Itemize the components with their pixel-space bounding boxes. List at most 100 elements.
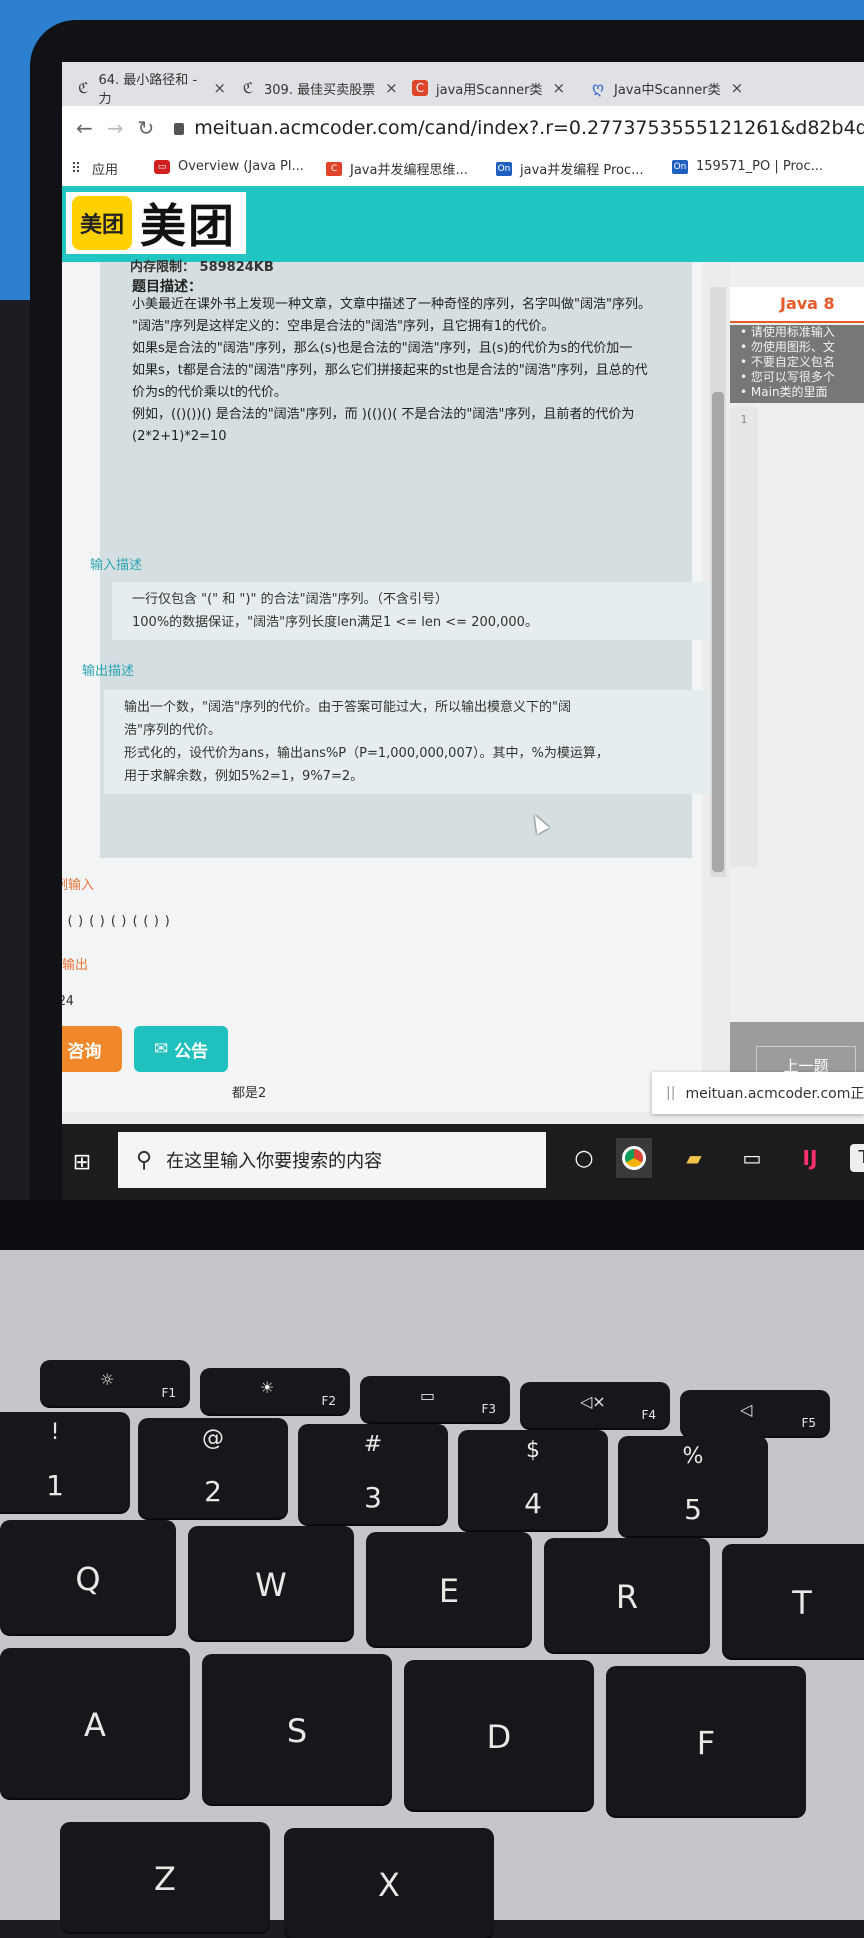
sample-input: ()()()(()) bbox=[66, 914, 175, 929]
oracle-icon: ▭ bbox=[154, 159, 170, 174]
key-3[interactable]: #3 bbox=[298, 1424, 448, 1524]
bookmark-item[interactable]: C Java并发编程思维... bbox=[326, 159, 468, 178]
output-desc-label: 输出描述 bbox=[82, 664, 135, 679]
bookmark-item[interactable]: On 159571_PO | Proc... bbox=[672, 159, 823, 174]
bookmark-apps[interactable]: ⠿ 应用 bbox=[68, 159, 119, 179]
key-t[interactable]: T bbox=[722, 1544, 864, 1658]
url-text: meituan.acmcoder.com/cand/index?.r=0.277… bbox=[194, 117, 864, 139]
tab-title: java用Scanner类 bbox=[436, 82, 543, 98]
key-r[interactable]: R bbox=[544, 1538, 710, 1652]
pause-icon: || bbox=[666, 1085, 676, 1101]
bookmark-label: Overview (Java Pl... bbox=[178, 159, 304, 174]
key-z[interactable]: Z bbox=[60, 1822, 270, 1932]
f3-key[interactable]: ▭ F3 bbox=[360, 1376, 510, 1422]
address-bar: ← → ↻ meituan.acmcoder.com/cand/index?.r… bbox=[62, 106, 864, 150]
close-tab-icon[interactable]: × bbox=[213, 79, 226, 97]
tip-line: • 您可以写很多个 bbox=[740, 370, 835, 384]
f5-key[interactable]: ◁ F5 bbox=[680, 1390, 830, 1436]
chrome-icon[interactable] bbox=[616, 1138, 652, 1178]
brightness-low-icon: ☼ bbox=[100, 1370, 115, 1389]
cortana-icon[interactable]: ○ bbox=[566, 1138, 602, 1178]
laptop-screen: ℭ 64. 最小路径和 - 力 × ℭ 309. 最佳买卖股票 × C java… bbox=[62, 62, 864, 1202]
intellij-icon[interactable]: IJ bbox=[792, 1138, 828, 1178]
logo-badge: 美团 bbox=[72, 196, 132, 250]
site-notification[interactable]: || meituan.acmcoder.com正 bbox=[652, 1072, 864, 1114]
problem-scrollbar[interactable] bbox=[710, 287, 726, 877]
terminal-icon[interactable]: ▭ bbox=[734, 1138, 770, 1178]
bookmark-label: 应用 bbox=[92, 163, 119, 178]
key-w[interactable]: W bbox=[188, 1526, 354, 1640]
search-placeholder: 在这里输入你要搜索的内容 bbox=[166, 1151, 383, 1172]
typora-icon[interactable]: T bbox=[850, 1144, 864, 1172]
apps-grid-icon: ⠿ bbox=[70, 160, 82, 177]
tip-line: • Main类的里面 bbox=[740, 385, 828, 399]
on-icon: On bbox=[672, 159, 688, 174]
key-f[interactable]: F bbox=[606, 1666, 806, 1816]
tab-title: Java中Scanner类 bbox=[614, 82, 721, 98]
tip-line: • 请使用标准输入 bbox=[740, 325, 835, 339]
search-icon: ⚲ bbox=[136, 1147, 153, 1173]
mission-control-icon: ▭ bbox=[420, 1386, 436, 1405]
sample-input-label: 样例输入 bbox=[62, 878, 95, 893]
csdn-icon: C bbox=[326, 161, 342, 176]
bookmark-item[interactable]: On java并发编程 Proc... bbox=[496, 159, 644, 178]
line-gutter: 1 bbox=[730, 407, 758, 867]
input-desc-box: 一行仅包含 "(" 和 ")" 的合法"阔浩"序列。（不含引号） 100%的数据… bbox=[112, 582, 712, 640]
close-tab-icon[interactable]: × bbox=[731, 79, 744, 97]
key-1[interactable]: ! 1 bbox=[0, 1412, 130, 1512]
volume-down-icon: ◁ bbox=[740, 1400, 753, 1419]
f4-key[interactable]: ◁× F4 bbox=[520, 1382, 670, 1428]
close-tab-icon[interactable]: × bbox=[385, 79, 398, 97]
baidu-paw-icon: ღ bbox=[592, 79, 604, 97]
consult-button[interactable]: ●咨询 bbox=[62, 1026, 122, 1072]
mute-icon: ◁× bbox=[580, 1392, 606, 1411]
browser-tab[interactable]: C java用Scanner类 × bbox=[412, 70, 576, 106]
taskbar-search[interactable]: ⚲ 在这里输入你要搜索的内容 bbox=[118, 1132, 546, 1188]
key-5[interactable]: % 5 bbox=[618, 1436, 768, 1536]
meituan-logo[interactable]: 美团 美团 bbox=[66, 192, 246, 254]
problem-title: 题目描述： bbox=[132, 279, 202, 295]
editor-tips: • 请使用标准输入 • 勿使用图形、文 • 不要自定义包名 • 您可以写很多个 … bbox=[730, 325, 864, 403]
f2-key[interactable]: ☀ F2 bbox=[200, 1368, 350, 1414]
tab-title: 64. 最小路径和 - 力 bbox=[98, 73, 198, 107]
url-field[interactable]: meituan.acmcoder.com/cand/index?.r=0.277… bbox=[174, 117, 864, 139]
notice-button[interactable]: ✉ 公告 bbox=[134, 1026, 228, 1072]
language-select[interactable]: Java 8 bbox=[730, 287, 864, 323]
key-q[interactable]: Q bbox=[0, 1520, 176, 1634]
file-explorer-icon[interactable]: ▰ bbox=[676, 1138, 712, 1178]
reload-icon[interactable]: ↻ bbox=[138, 116, 155, 140]
mail-icon: ✉ bbox=[153, 1039, 169, 1059]
browser-tab[interactable]: ℭ 64. 最小路径和 - 力 × bbox=[76, 70, 226, 107]
lock-icon bbox=[174, 122, 185, 135]
back-icon[interactable]: ← bbox=[76, 116, 93, 140]
key-d[interactable]: D bbox=[404, 1660, 594, 1810]
notification-text: meituan.acmcoder.com正 bbox=[685, 1086, 864, 1102]
leetcode-icon: ℭ bbox=[242, 79, 254, 97]
sample-output: 24 bbox=[62, 994, 74, 1009]
memory-limit: 内存限制： 589824KB bbox=[130, 260, 274, 275]
f1-key[interactable]: ☼ F1 bbox=[40, 1360, 190, 1406]
close-tab-icon[interactable]: × bbox=[552, 79, 565, 97]
key-2[interactable]: @2 bbox=[138, 1418, 288, 1518]
input-desc-label: 输入描述 bbox=[90, 558, 143, 573]
key-a[interactable]: A bbox=[0, 1648, 190, 1798]
browser-tab[interactable]: ℭ 309. 最佳买卖股票 × bbox=[240, 70, 398, 106]
windows-start-icon[interactable]: ⊞ bbox=[64, 1142, 100, 1182]
bookmark-label: java并发编程 Proc... bbox=[520, 163, 644, 178]
scrollbar-thumb[interactable] bbox=[712, 392, 724, 872]
key-4[interactable]: $4 bbox=[458, 1430, 608, 1530]
bookmark-label: Java并发编程思维... bbox=[350, 163, 468, 178]
tip-line: • 勿使用图形、文 bbox=[740, 340, 835, 354]
bookmark-item[interactable]: ▭ Overview (Java Pl... bbox=[154, 159, 304, 174]
key-e[interactable]: E bbox=[366, 1532, 532, 1646]
key-s[interactable]: S bbox=[202, 1654, 392, 1804]
browser-tab-bar: ℭ 64. 最小路径和 - 力 × ℭ 309. 最佳买卖股票 × C java… bbox=[62, 62, 864, 107]
tab-title: 309. 最佳买卖股票 bbox=[264, 82, 376, 98]
site-header: 美团 美团 bbox=[62, 186, 864, 262]
on-icon: On bbox=[496, 161, 512, 176]
tip-line: • 不要自定义包名 bbox=[740, 355, 835, 369]
key-x[interactable]: X bbox=[284, 1828, 494, 1938]
browser-tab[interactable]: ღ Java中Scanner类 × bbox=[590, 70, 760, 106]
forward-icon[interactable]: → bbox=[107, 116, 124, 140]
bookmark-label: 159571_PO | Proc... bbox=[696, 159, 824, 174]
